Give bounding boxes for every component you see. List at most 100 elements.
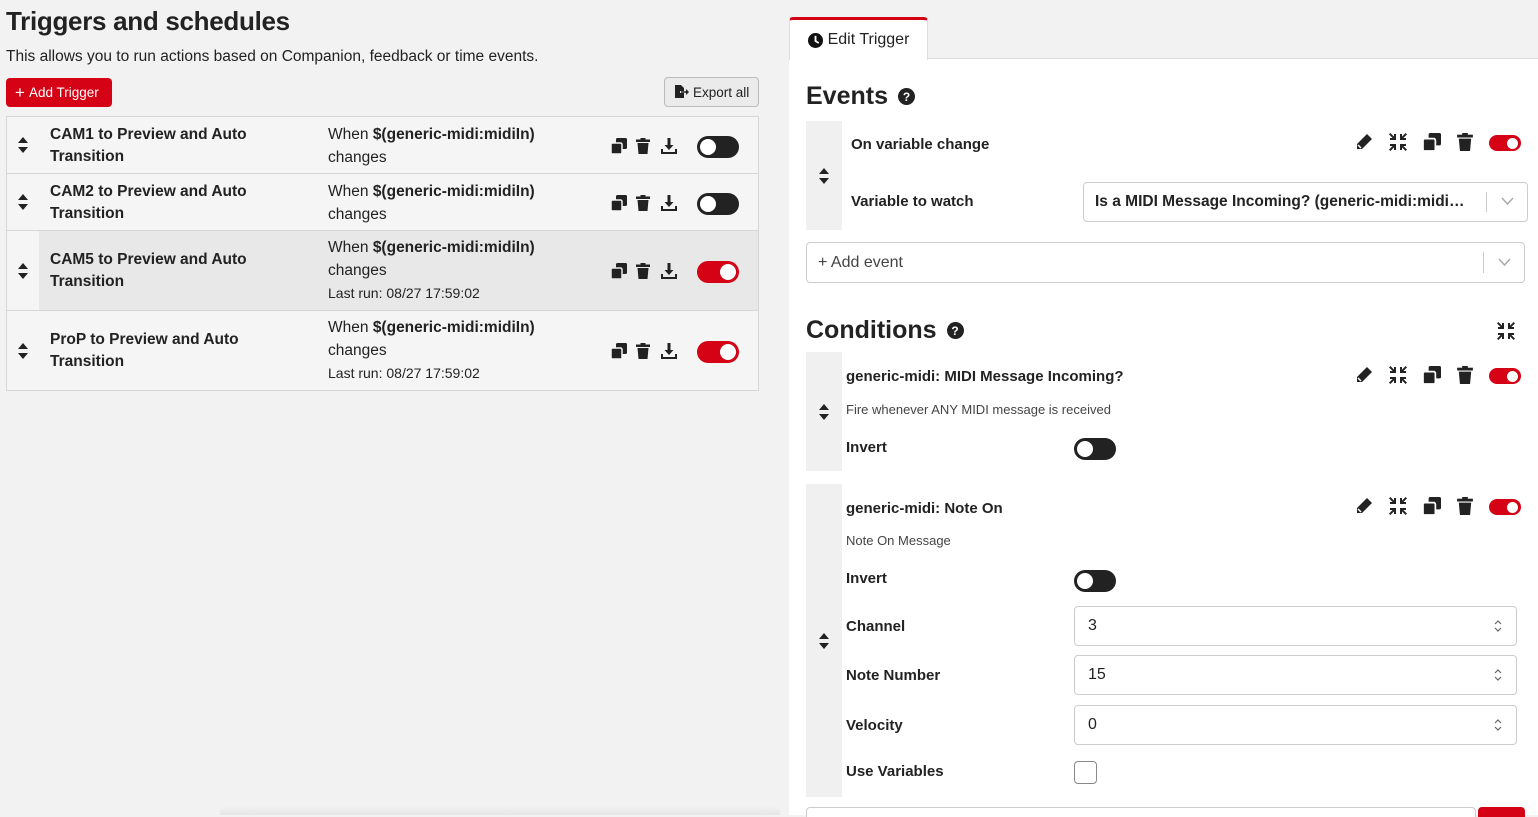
trigger-name: CAM5 to Preview and Auto Transition (50, 251, 247, 290)
trigger-row[interactable]: ProP to Preview and Auto Transition When… (7, 311, 758, 390)
pencil-icon[interactable] (1355, 497, 1373, 515)
condition-description: Note On Message (846, 533, 951, 548)
panel-shadow (220, 806, 780, 815)
trigger-enable-toggle[interactable] (697, 136, 739, 158)
page-title: Triggers and schedules (6, 6, 290, 36)
download-icon[interactable] (661, 263, 677, 279)
export-icon (674, 85, 689, 99)
condition-description: Fire whenever ANY MIDI message is receiv… (846, 402, 1111, 417)
collapse-icon[interactable] (1389, 133, 1407, 151)
trash-icon[interactable] (1457, 133, 1475, 151)
condition-name: generic-midi: Note On (846, 500, 1003, 517)
trash-icon[interactable] (636, 263, 652, 279)
channel-input[interactable]: 3 (1074, 606, 1517, 646)
add-trigger-label: Add Trigger (28, 85, 99, 100)
velocity-input[interactable]: 0 (1074, 705, 1517, 745)
variable-select-value: Is a MIDI Message Incoming? (generic-mid… (1095, 193, 1465, 210)
clone-icon[interactable] (611, 263, 627, 279)
event-card: On variable change Variable to watch Is … (806, 121, 1528, 230)
trigger-enable-toggle[interactable] (697, 193, 739, 215)
stepper-icon[interactable] (1493, 667, 1503, 683)
drag-handle-icon[interactable] (806, 352, 842, 471)
note-number-value: 15 (1088, 666, 1106, 683)
clone-icon[interactable] (611, 343, 627, 359)
drag-handle-icon[interactable] (7, 231, 39, 310)
use-variables-checkbox[interactable] (1074, 761, 1097, 784)
drag-handle-icon[interactable] (7, 311, 39, 390)
trigger-enable-toggle[interactable] (697, 341, 739, 363)
clone-icon[interactable] (611, 195, 627, 211)
invert-label: Invert (846, 570, 887, 587)
trigger-variable: $(generic-midi:midiIn) (372, 239, 535, 256)
clone-icon[interactable] (611, 138, 627, 154)
trigger-description: When $(generic-midi:midiIn) changes Last… (328, 239, 535, 301)
triggers-panel: Triggers and schedules This allows you t… (0, 0, 780, 815)
last-run: Last run: 08/27 17:59:02 (328, 365, 480, 381)
trigger-row[interactable]: CAM5 to Preview and Auto Transition When… (7, 231, 758, 311)
trash-icon[interactable] (636, 195, 652, 211)
pencil-icon[interactable] (1355, 366, 1373, 384)
collapse-all-icon[interactable] (1497, 322, 1515, 340)
use-variables-label: Use Variables (846, 763, 944, 780)
drag-handle-icon[interactable] (806, 484, 842, 797)
chevron-down-icon (1498, 258, 1511, 267)
add-condition-button[interactable] (1478, 807, 1525, 817)
tab-edit-trigger[interactable]: Edit Trigger (789, 17, 928, 60)
variable-to-watch-label: Variable to watch (851, 193, 974, 210)
drag-handle-icon[interactable] (806, 121, 842, 230)
collapse-icon[interactable] (1389, 366, 1407, 384)
collapse-icon[interactable] (1389, 497, 1407, 515)
note-number-label: Note Number (846, 667, 941, 684)
add-condition-select[interactable] (806, 807, 1476, 817)
pencil-icon[interactable] (1355, 133, 1373, 151)
export-all-label: Export all (693, 84, 750, 100)
chevron-down-icon (1501, 197, 1514, 206)
clone-icon[interactable] (1423, 366, 1441, 384)
trigger-row[interactable]: CAM1 to Preview and Auto Transition When… (7, 117, 758, 174)
condition-enable-toggle[interactable] (1489, 368, 1521, 384)
clone-icon[interactable] (1423, 497, 1441, 515)
trigger-description: When $(generic-midi:midiIn) changes (328, 183, 535, 223)
invert-label: Invert (846, 439, 887, 456)
plus-icon: + (15, 83, 25, 102)
drag-handle-icon[interactable] (7, 117, 39, 173)
trigger-description: When $(generic-midi:midiIn) changes Last… (328, 319, 535, 381)
download-icon[interactable] (661, 195, 677, 211)
stepper-icon[interactable] (1493, 618, 1503, 634)
trigger-name: ProP to Preview and Auto Transition (50, 331, 239, 370)
add-trigger-button[interactable]: + Add Trigger (6, 78, 112, 107)
note-number-input[interactable]: 15 (1074, 655, 1517, 695)
conditions-heading: Conditions ? (806, 316, 964, 345)
page-description: This allows you to run actions based on … (6, 48, 539, 65)
trigger-name: CAM1 to Preview and Auto Transition (50, 126, 247, 165)
clone-icon[interactable] (1423, 133, 1441, 151)
events-heading: Events ? (806, 82, 915, 111)
trash-icon[interactable] (1457, 366, 1475, 384)
download-icon[interactable] (661, 343, 677, 359)
download-icon[interactable] (661, 138, 677, 154)
event-enable-toggle[interactable] (1489, 135, 1521, 151)
trigger-description: When $(generic-midi:midiIn) changes (328, 126, 535, 166)
edit-trigger-panel: Edit Trigger Events ? On variable change… (789, 0, 1538, 817)
trash-icon[interactable] (636, 343, 652, 359)
help-icon[interactable]: ? (946, 322, 964, 339)
invert-toggle[interactable] (1074, 438, 1116, 460)
invert-toggle[interactable] (1074, 570, 1116, 592)
variable-select[interactable]: Is a MIDI Message Incoming? (generic-mid… (1083, 182, 1528, 222)
stepper-icon[interactable] (1493, 717, 1503, 733)
tab-label: Edit Trigger (827, 31, 910, 48)
trigger-row[interactable]: CAM2 to Preview and Auto Transition When… (7, 174, 758, 231)
condition-name: generic-midi: MIDI Message Incoming? (846, 368, 1124, 385)
drag-handle-icon[interactable] (7, 174, 39, 230)
export-all-button[interactable]: Export all (664, 77, 759, 107)
add-event-select[interactable]: + Add event (806, 242, 1525, 283)
trigger-enable-toggle[interactable] (697, 261, 739, 283)
add-event-placeholder: + Add event (818, 253, 903, 271)
channel-value: 3 (1088, 617, 1097, 634)
trash-icon[interactable] (636, 138, 652, 154)
condition-enable-toggle[interactable] (1489, 499, 1521, 515)
velocity-label: Velocity (846, 717, 903, 734)
trash-icon[interactable] (1457, 497, 1475, 515)
channel-label: Channel (846, 618, 906, 635)
help-icon[interactable]: ? (897, 88, 915, 105)
